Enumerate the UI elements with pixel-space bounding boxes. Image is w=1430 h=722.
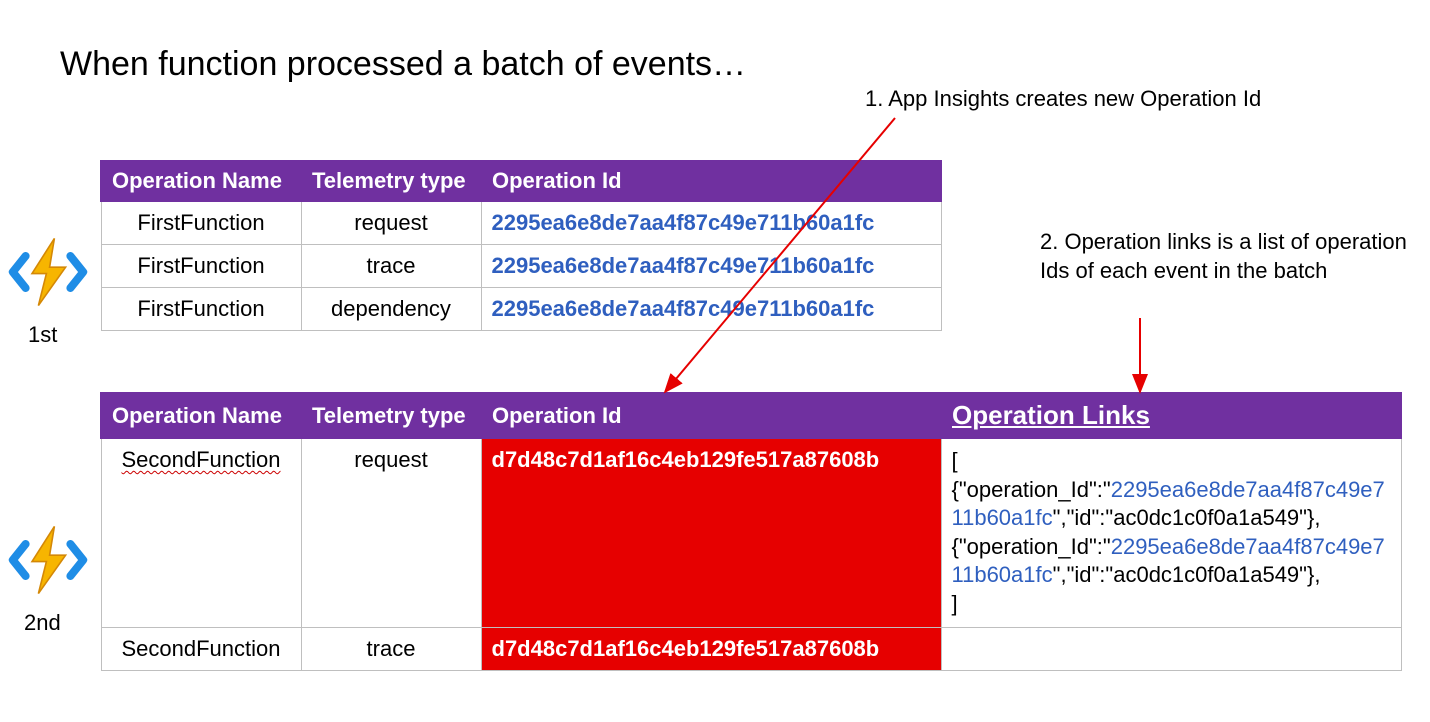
cell-operation-links: [ {"operation_Id":"2295ea6e8de7aa4f87c49… bbox=[941, 438, 1401, 627]
table-row: FirstFunction trace 2295ea6e8de7aa4f87c4… bbox=[101, 245, 941, 288]
cell-telemetry-type: trace bbox=[301, 627, 481, 670]
col-operation-name: Operation Name bbox=[101, 393, 301, 438]
cell-operation-id: 2295ea6e8de7aa4f87c49e711b60a1fc bbox=[481, 288, 941, 331]
cell-operation-id: d7d48c7d1af16c4eb129fe517a87608b bbox=[481, 627, 941, 670]
col-operation-links: Operation Links bbox=[941, 393, 1401, 438]
page-title: When function processed a batch of event… bbox=[60, 45, 746, 84]
azure-function-icon bbox=[8, 232, 88, 312]
op-links-text: {"operation_Id":" bbox=[952, 477, 1111, 502]
table-row: SecondFunction trace d7d48c7d1af16c4eb12… bbox=[101, 627, 1401, 670]
op-links-text: ","id":"ac0dc1c0f0a1a549"}, bbox=[1053, 505, 1321, 530]
cell-telemetry-type: request bbox=[301, 201, 481, 245]
col-operation-id: Operation Id bbox=[481, 161, 941, 201]
first-label: 1st bbox=[28, 322, 57, 348]
table-row: SecondFunction request d7d48c7d1af16c4eb… bbox=[101, 438, 1401, 627]
table-header-row: Operation Name Telemetry type Operation … bbox=[101, 393, 1401, 438]
table-row: FirstFunction request 2295ea6e8de7aa4f87… bbox=[101, 201, 941, 245]
op-links-text: {"operation_Id":" bbox=[952, 534, 1111, 559]
cell-telemetry-type: dependency bbox=[301, 288, 481, 331]
cell-telemetry-type: trace bbox=[301, 245, 481, 288]
azure-function-icon bbox=[8, 520, 88, 600]
col-telemetry-type: Telemetry type bbox=[301, 161, 481, 201]
cell-operation-name: SecondFunction bbox=[101, 627, 301, 670]
cell-operation-id: 2295ea6e8de7aa4f87c49e711b60a1fc bbox=[481, 245, 941, 288]
col-operation-name: Operation Name bbox=[101, 161, 301, 201]
table-header-row: Operation Name Telemetry type Operation … bbox=[101, 161, 941, 201]
cell-operation-id: 2295ea6e8de7aa4f87c49e711b60a1fc bbox=[481, 201, 941, 245]
op-links-text: ","id":"ac0dc1c0f0a1a549"}, bbox=[1053, 562, 1321, 587]
annotation-1: 1. App Insights creates new Operation Id bbox=[865, 85, 1385, 114]
op-links-text: [ bbox=[952, 448, 958, 473]
cell-telemetry-type: request bbox=[301, 438, 481, 627]
cell-operation-name: SecondFunction bbox=[101, 438, 301, 627]
col-operation-id: Operation Id bbox=[481, 393, 941, 438]
first-function-table: Operation Name Telemetry type Operation … bbox=[100, 160, 942, 331]
cell-operation-name: FirstFunction bbox=[101, 201, 301, 245]
table-row: FirstFunction dependency 2295ea6e8de7aa4… bbox=[101, 288, 941, 331]
cell-operation-name: FirstFunction bbox=[101, 245, 301, 288]
second-label: 2nd bbox=[24, 610, 61, 636]
cell-operation-links bbox=[941, 627, 1401, 670]
squiggly-text: SecondFunction bbox=[122, 447, 281, 472]
col-telemetry-type: Telemetry type bbox=[301, 393, 481, 438]
annotation-2: 2. Operation links is a list of operatio… bbox=[1040, 228, 1410, 285]
second-function-table: Operation Name Telemetry type Operation … bbox=[100, 392, 1402, 671]
cell-operation-name: FirstFunction bbox=[101, 288, 301, 331]
cell-operation-id: d7d48c7d1af16c4eb129fe517a87608b bbox=[481, 438, 941, 627]
op-links-text: ] bbox=[952, 591, 958, 616]
